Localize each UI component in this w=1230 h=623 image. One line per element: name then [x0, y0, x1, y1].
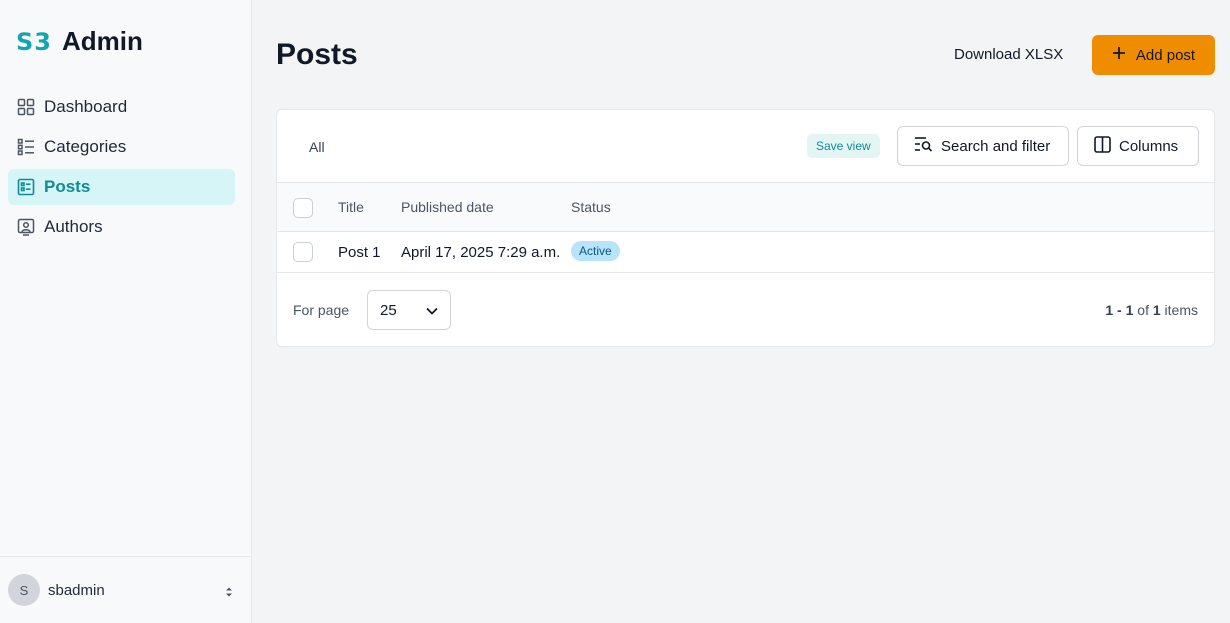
published-date-cell: April 17, 2025 7:29 a.m.: [401, 244, 561, 261]
brand[interactable]: S3 Admin: [16, 26, 143, 57]
brand-name: Admin: [61, 26, 143, 56]
sidebar-item-label: Posts: [44, 177, 91, 196]
save-view-button[interactable]: Save view: [807, 134, 880, 158]
sidebar-item-authors[interactable]: Authors: [8, 209, 235, 245]
search-and-filter-button[interactable]: Search and filter: [897, 126, 1069, 166]
pagination-items: items: [1164, 302, 1198, 318]
list-icon: [17, 138, 35, 156]
tab-all[interactable]: All: [309, 139, 325, 155]
pagination-of: of: [1137, 302, 1149, 318]
table-header: Title Published date Status: [277, 183, 1214, 232]
add-post-button[interactable]: Add post: [1092, 35, 1215, 75]
sort-caret-icon: [225, 585, 233, 603]
grid-icon: [17, 98, 35, 116]
columns-icon: [1094, 135, 1111, 157]
per-page-select[interactable]: 25: [367, 290, 451, 330]
avatar: S: [8, 574, 40, 606]
row-checkbox[interactable]: [293, 242, 313, 262]
select-all-checkbox[interactable]: [293, 198, 313, 218]
post-title-cell[interactable]: Post 1: [338, 244, 381, 261]
posts-table-card: All Save view Search and filter Columns …: [276, 109, 1215, 347]
sidebar-item-label: Categories: [44, 137, 127, 156]
table-toolbar: All Save view Search and filter Columns: [277, 110, 1214, 183]
brand-logo: S3: [16, 27, 52, 56]
filter-search-icon: [914, 136, 933, 156]
sidebar-item-label: Dashboard: [44, 97, 128, 116]
pagination-range: 1 - 1: [1105, 302, 1134, 318]
column-header-status[interactable]: Status: [571, 199, 611, 215]
sidebar: S3 Admin Dashboard Categories Posts Auth…: [0, 0, 252, 623]
sidebar-nav: Dashboard Categories Posts Authors: [8, 89, 235, 249]
user-name: sbadmin: [48, 581, 105, 599]
pagination-info: 1 - 1 of 1 items: [1105, 302, 1198, 318]
status-badge: Active: [571, 241, 620, 261]
user-menu[interactable]: S sbadmin: [0, 556, 251, 623]
per-page-label: For page: [293, 302, 350, 318]
column-header-published-date[interactable]: Published date: [401, 199, 494, 215]
person-card-icon: [17, 218, 35, 236]
column-header-title[interactable]: Title: [338, 199, 364, 215]
add-post-label: Add post: [1135, 46, 1196, 64]
columns-button[interactable]: Columns: [1077, 126, 1199, 166]
posts-icon: [17, 178, 35, 196]
page-title: Posts: [276, 38, 358, 71]
pagination-total: 1: [1152, 302, 1161, 318]
sidebar-item-dashboard[interactable]: Dashboard: [8, 89, 235, 125]
columns-label: Columns: [1119, 137, 1179, 155]
table-footer: For page 25 1 - 1 of 1 items: [277, 273, 1214, 346]
sidebar-item-label: Authors: [44, 217, 103, 236]
table-row[interactable]: Post 1 April 17, 2025 7:29 a.m. Active: [277, 232, 1214, 273]
search-and-filter-label: Search and filter: [941, 137, 1051, 155]
sidebar-item-categories[interactable]: Categories: [8, 129, 235, 165]
plus-icon: [1112, 46, 1126, 64]
sidebar-item-posts[interactable]: Posts: [8, 169, 235, 205]
download-xlsx-button[interactable]: Download XLSX: [954, 46, 1063, 63]
per-page-value: 25: [380, 301, 397, 319]
chevron-down-icon: [426, 302, 438, 319]
